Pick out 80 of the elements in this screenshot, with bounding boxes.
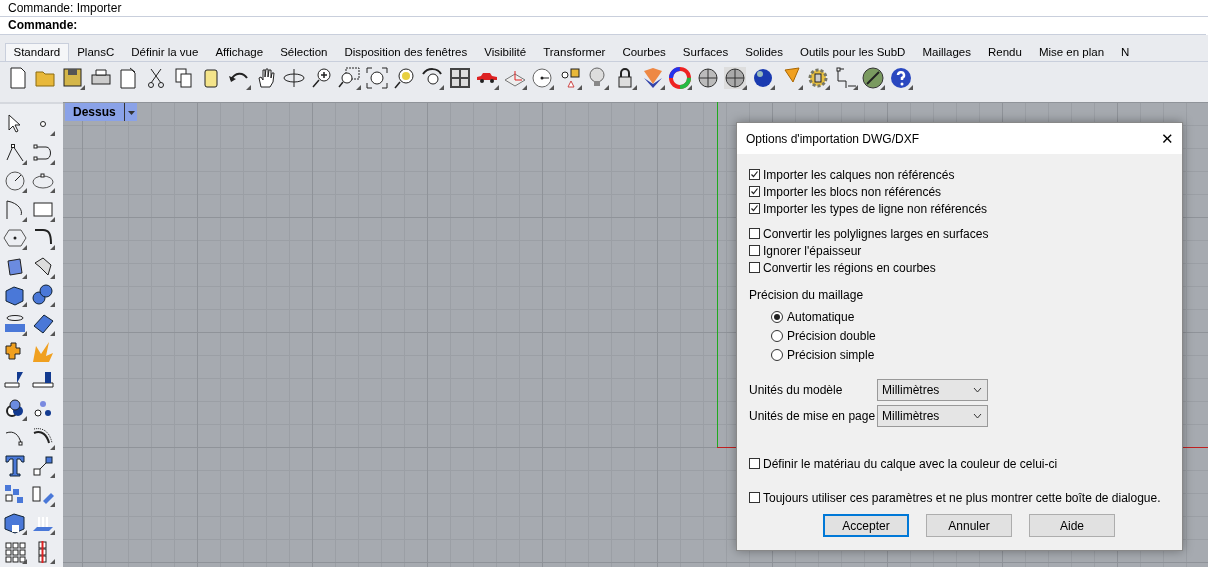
viewport-grid-icon[interactable] bbox=[447, 66, 472, 90]
glossy-sphere-icon[interactable] bbox=[751, 66, 776, 90]
radio-button[interactable] bbox=[771, 349, 783, 361]
checkbox[interactable] bbox=[749, 458, 760, 469]
dot-grid-icon[interactable] bbox=[3, 539, 27, 564]
checkbox[interactable] bbox=[749, 186, 760, 197]
radio-label: Précision simple bbox=[787, 348, 875, 362]
radio-label: Automatique bbox=[787, 310, 855, 324]
dialog-button[interactable]: Aide bbox=[1029, 514, 1115, 537]
color-wheel-icon[interactable] bbox=[668, 66, 693, 90]
checkbox-label: Convertir les régions en courbes bbox=[763, 260, 936, 275]
checkbox[interactable] bbox=[749, 228, 760, 239]
toolbar-tab[interactable]: Courbes bbox=[613, 43, 675, 61]
checkbox-label: Importer les calques non référencés bbox=[763, 167, 955, 182]
checkbox-label: Importer les types de ligne non référencés bbox=[763, 201, 988, 216]
checkbox-label: Importer les blocs non référencés bbox=[763, 184, 942, 199]
gear-icon[interactable] bbox=[806, 66, 831, 90]
scale-arrow-icon[interactable] bbox=[31, 454, 55, 478]
dialog-title: Options d'importation DWG/DXF bbox=[746, 131, 919, 146]
sphere-icon[interactable] bbox=[695, 66, 720, 90]
circle-icon[interactable] bbox=[3, 169, 27, 193]
dialog-button[interactable]: Annuler bbox=[926, 514, 1012, 537]
help-icon[interactable] bbox=[889, 66, 913, 90]
toolbar-tab[interactable]: Sélection bbox=[271, 43, 336, 61]
radio-button[interactable] bbox=[771, 330, 783, 342]
toolbar-tab[interactable]: Maillages bbox=[913, 43, 980, 61]
zoom-in-icon[interactable] bbox=[309, 66, 334, 90]
rotate-view-icon[interactable] bbox=[419, 66, 444, 90]
field-label: Unités de mise en page bbox=[749, 409, 877, 423]
cube-icon[interactable] bbox=[3, 511, 27, 535]
checkbox-label: Définir le matériau du calque avec la couleur de celui-ci bbox=[763, 456, 1058, 471]
arc-icon[interactable] bbox=[3, 197, 27, 222]
box-icon[interactable] bbox=[3, 283, 27, 307]
units-dropdown[interactable]: Millimètres bbox=[877, 405, 988, 427]
toolbar-tab[interactable]: Solides bbox=[736, 43, 792, 61]
radio-label: Précision double bbox=[787, 329, 876, 343]
text-icon[interactable] bbox=[3, 454, 27, 478]
toolbar-tab[interactable]: Surfaces bbox=[674, 43, 737, 61]
toolbar-tab[interactable]: Rendu bbox=[979, 43, 1031, 61]
units-dropdown[interactable]: Millimètres bbox=[877, 379, 988, 401]
viewport-tab[interactable]: Dessus bbox=[65, 103, 137, 121]
shaded-sphere-icon[interactable] bbox=[723, 66, 748, 90]
spheres-icon[interactable] bbox=[31, 283, 55, 307]
checkbox-label: Convertir les polylignes larges en surfaces bbox=[763, 226, 989, 241]
checkbox[interactable] bbox=[749, 492, 760, 503]
toolbar-tab[interactable]: Définir la vue bbox=[122, 43, 207, 61]
boolean-icon[interactable] bbox=[3, 397, 27, 421]
command-history-line: Commande: Importer bbox=[8, 1, 122, 16]
floppy-disk-icon[interactable] bbox=[61, 66, 86, 90]
chevron-icon[interactable] bbox=[973, 413, 982, 419]
checkbox[interactable] bbox=[749, 245, 760, 256]
command-prompt[interactable]: Commande: bbox=[0, 17, 1206, 35]
toolbar-tab[interactable]: Transformer bbox=[534, 43, 614, 61]
field-label: Unités du modèle bbox=[749, 383, 844, 397]
caret-icon[interactable] bbox=[123, 103, 137, 121]
checkbox[interactable] bbox=[749, 262, 760, 273]
checkbox-label: Ignorer l'épaisseur bbox=[763, 243, 862, 258]
radio-button[interactable] bbox=[771, 311, 783, 323]
toolbar-tab[interactable]: N bbox=[1112, 43, 1138, 61]
toolbar-tab[interactable]: Affichage bbox=[206, 43, 272, 61]
polygon-icon[interactable] bbox=[3, 226, 27, 250]
toolbar-tab[interactable]: Outils pour les SubD bbox=[791, 43, 914, 61]
checkbox-label: Toujours utiliser ces paramètres et ne plus montrer cette boîte de dialogue. bbox=[763, 490, 1161, 505]
circle-point-icon[interactable] bbox=[530, 66, 555, 90]
zoom-target-icon[interactable] bbox=[392, 66, 417, 90]
close-button[interactable]: ✕ bbox=[1152, 129, 1182, 148]
checkbox[interactable] bbox=[749, 169, 760, 180]
section-label: Précision du maillage bbox=[749, 288, 865, 302]
zoom-window-icon[interactable] bbox=[337, 66, 362, 90]
dimension-icon[interactable] bbox=[833, 66, 858, 90]
checkbox[interactable] bbox=[749, 203, 760, 214]
toolbar-tab[interactable]: PlansC bbox=[68, 43, 123, 61]
toolbar-tab[interactable]: Standard bbox=[5, 43, 69, 61]
zoom-extents-icon[interactable] bbox=[364, 66, 389, 90]
toolbar-tab[interactable]: Mise en plan bbox=[1030, 43, 1113, 61]
dialog-button[interactable]: Accepter bbox=[823, 514, 909, 537]
toolbar-tab[interactable]: Visibilité bbox=[475, 43, 535, 61]
toolbar-tab[interactable]: Disposition des fenêtres bbox=[335, 43, 476, 61]
offset-curve-icon[interactable] bbox=[31, 425, 55, 450]
chevron-icon[interactable] bbox=[973, 387, 982, 393]
